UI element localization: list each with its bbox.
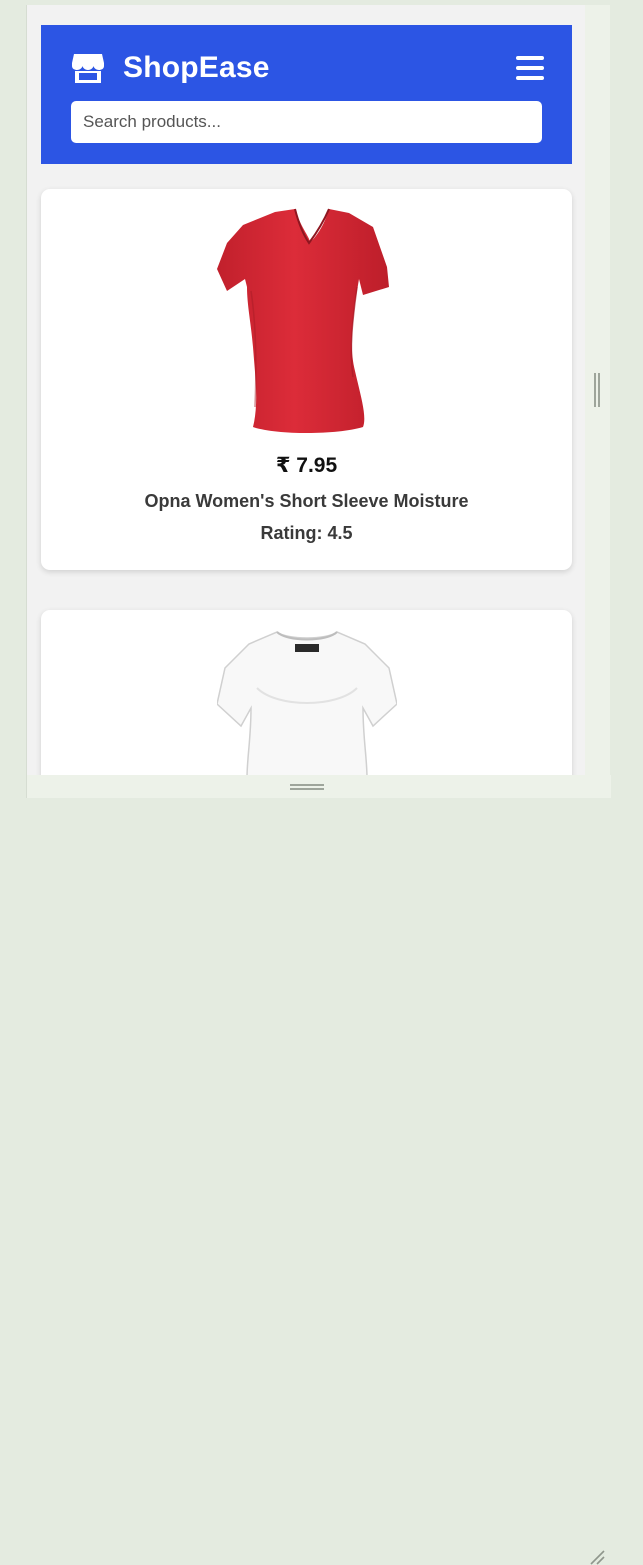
browser-frame: ShopEase Search products... ₹ 7.95 Opna … [26,5,611,1565]
vertical-resize-handle[interactable] [594,373,600,407]
product-card[interactable]: ₹ 7.95 Opna Women's Short Sleeve Moistur… [41,189,572,570]
product-card[interactable] [41,610,572,775]
product-image[interactable] [216,207,397,433]
menu-button[interactable] [516,55,544,81]
brand[interactable]: ShopEase [71,51,270,85]
horizontal-resize-handle[interactable] [290,784,324,790]
hamburger-menu-icon [516,56,544,80]
product-image[interactable] [216,628,397,775]
page-viewport: ShopEase Search products... ₹ 7.95 Opna … [27,5,585,775]
frame-bottom-bar [27,775,611,1565]
product-title[interactable]: Opna Women's Short Sleeve Moisture [41,491,572,512]
search-input[interactable] [71,101,542,143]
store-icon [72,54,104,83]
resize-corner-icon[interactable] [589,1549,605,1565]
product-price: ₹ 7.95 [275,454,338,477]
brand-name: ShopEase [123,51,270,84]
app-header: ShopEase [41,25,572,164]
product-rating: Rating: 4.5 [260,523,353,543]
